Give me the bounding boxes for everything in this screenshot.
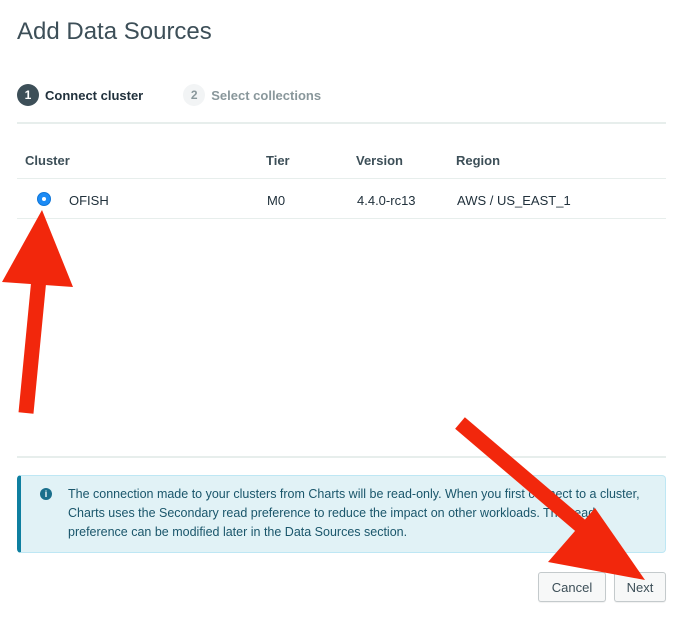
- cluster-tier: M0: [267, 193, 286, 208]
- cluster-region: AWS / US_EAST_1: [457, 193, 571, 208]
- table-header-divider: [17, 178, 666, 179]
- column-header-version: Version: [356, 153, 403, 168]
- arrow-up-icon: [2, 210, 73, 414]
- column-header-cluster: Cluster: [25, 153, 70, 168]
- dialog-title: Add Data Sources: [17, 18, 212, 45]
- divider: [17, 122, 666, 124]
- cluster-radio-button[interactable]: [37, 192, 51, 206]
- table-row-divider: [17, 218, 666, 219]
- info-banner: i The connection made to your clusters f…: [17, 475, 666, 553]
- cluster-name: OFISH: [69, 193, 109, 208]
- cancel-button[interactable]: Cancel: [538, 572, 606, 602]
- step-label: Select collections: [211, 87, 322, 103]
- step-label: Connect cluster: [45, 87, 144, 103]
- step-number: 1: [17, 84, 39, 106]
- divider: [17, 456, 666, 458]
- column-header-tier: Tier: [266, 153, 290, 168]
- next-button[interactable]: Next: [614, 572, 666, 602]
- step-number: 2: [183, 84, 206, 106]
- step-connect-cluster: 1 Connect cluster: [17, 84, 143, 106]
- cluster-version: 4.4.0-rc13: [357, 193, 416, 208]
- info-icon: i: [40, 488, 52, 500]
- column-header-region: Region: [456, 153, 501, 168]
- info-text: The connection made to your clusters fro…: [68, 487, 640, 539]
- step-select-collections: 2 Select collections: [183, 84, 321, 106]
- stepper: 1 Connect cluster 2 Select collections: [17, 83, 361, 107]
